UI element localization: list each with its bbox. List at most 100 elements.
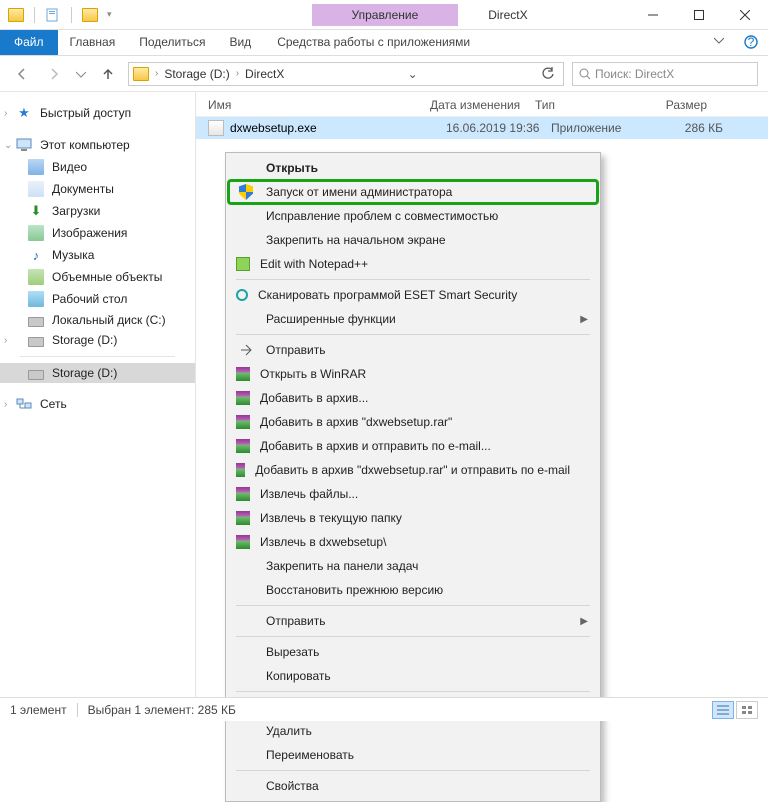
up-button[interactable] — [96, 62, 120, 86]
ctx-send-to[interactable]: Отправить▶ — [228, 609, 598, 633]
blank-icon — [236, 721, 256, 741]
col-size[interactable]: Размер — [637, 98, 707, 112]
blank-icon — [236, 666, 256, 686]
sidebar-item-music[interactable]: ♪Музыка — [0, 244, 195, 266]
documents-icon — [28, 181, 44, 197]
exe-icon — [208, 120, 224, 136]
sidebar-label: Быстрый доступ — [40, 106, 131, 120]
window-title: DirectX — [488, 8, 527, 22]
sidebar-item-3d[interactable]: Объемные объекты — [0, 266, 195, 288]
search-box[interactable]: Поиск: DirectX — [572, 62, 758, 86]
chevron-right-icon[interactable]: › — [153, 68, 160, 79]
blank-icon — [236, 309, 256, 329]
tab-view[interactable]: Вид — [217, 30, 263, 55]
ctx-compat[interactable]: Исправление проблем с совместимостью — [228, 204, 598, 228]
address-bar[interactable]: › Storage (D:) › DirectX ⌄ — [128, 62, 564, 86]
sidebar-label: Изображения — [52, 226, 127, 240]
back-button[interactable] — [10, 62, 34, 86]
blank-icon — [236, 230, 256, 250]
recent-dropdown-icon[interactable] — [74, 62, 88, 86]
ctx-separator — [236, 279, 590, 280]
ctx-rename[interactable]: Переименовать — [228, 743, 598, 767]
ctx-winrar-email-named[interactable]: Добавить в архив "dxwebsetup.rar" и отпр… — [228, 458, 598, 482]
view-large-button[interactable] — [736, 701, 758, 719]
sidebar-label: Сеть — [40, 397, 67, 411]
col-type[interactable]: Тип — [535, 98, 637, 112]
ctx-pin-start[interactable]: Закрепить на начальном экране — [228, 228, 598, 252]
ctx-winrar-add-named[interactable]: Добавить в архив "dxwebsetup.rar" — [228, 410, 598, 434]
ctx-eset-more[interactable]: Расширенные функции▶ — [228, 307, 598, 331]
contextual-tab-header: Управление — [312, 4, 459, 26]
ctx-cut[interactable]: Вырезать — [228, 640, 598, 664]
chevron-right-icon[interactable]: › — [4, 399, 7, 410]
sidebar-item-documents[interactable]: Документы — [0, 178, 195, 200]
sidebar-label: Storage (D:) — [52, 366, 117, 380]
view-details-button[interactable] — [712, 701, 734, 719]
blank-icon — [236, 158, 256, 178]
forward-button[interactable] — [42, 62, 66, 86]
sidebar-label: Storage (D:) — [52, 333, 117, 347]
sidebar-item-video[interactable]: Видео — [0, 156, 195, 178]
ctx-winrar-open[interactable]: Открыть в WinRAR — [228, 362, 598, 386]
ribbon-expand-icon[interactable] — [704, 30, 734, 55]
quick-access-toolbar: ▾ — [0, 7, 112, 23]
addr-dropdown-icon[interactable]: ⌄ — [404, 67, 422, 81]
ctx-copy[interactable]: Копировать — [228, 664, 598, 688]
tab-share[interactable]: Поделиться — [127, 30, 217, 55]
qat-properties-icon[interactable] — [45, 7, 61, 23]
ctx-properties[interactable]: Свойства — [228, 774, 598, 798]
sidebar-quick-access[interactable]: › ★ Быстрый доступ — [0, 102, 195, 124]
sidebar-item-downloads[interactable]: ⬇Загрузки — [0, 200, 195, 222]
chevron-down-icon[interactable]: ⌄ — [4, 140, 12, 151]
ctx-share[interactable]: Отправить — [228, 338, 598, 362]
col-date[interactable]: Дата изменения — [430, 98, 535, 112]
sidebar-network[interactable]: › Сеть — [0, 393, 195, 415]
tab-app-tools[interactable]: Средства работы с приложениями — [263, 30, 484, 55]
sidebar-item-desktop[interactable]: Рабочий стол — [0, 288, 195, 310]
pc-icon — [16, 137, 32, 153]
ctx-pin-taskbar[interactable]: Закрепить на панели задач — [228, 554, 598, 578]
ctx-run-as-admin[interactable]: Запуск от имени администратора — [228, 180, 598, 204]
ctx-delete[interactable]: Удалить — [228, 719, 598, 743]
chevron-right-icon[interactable]: › — [4, 335, 7, 346]
sidebar-separator — [20, 356, 175, 357]
drive-icon — [28, 337, 44, 347]
minimize-button[interactable] — [630, 0, 676, 30]
ctx-restore[interactable]: Восстановить прежнюю версию — [228, 578, 598, 602]
maximize-button[interactable] — [676, 0, 722, 30]
sidebar-item-storage-selected[interactable]: Storage (D:) — [0, 363, 195, 383]
ctx-winrar-extract-named[interactable]: Извлечь в dxwebsetup\ — [228, 530, 598, 554]
chevron-right-icon[interactable]: › — [234, 68, 241, 79]
qat-newfolder-icon[interactable] — [82, 8, 98, 22]
column-headers[interactable]: Имя Дата изменения Тип Размер — [196, 92, 768, 117]
close-button[interactable] — [722, 0, 768, 30]
ctx-notepadpp[interactable]: Edit with Notepad++ — [228, 252, 598, 276]
sidebar-this-pc[interactable]: ⌄ Этот компьютер — [0, 134, 195, 156]
help-button[interactable]: ? — [734, 30, 768, 55]
sidebar-item-drive-d[interactable]: › Storage (D:) — [0, 330, 195, 350]
chevron-right-icon[interactable]: › — [4, 108, 7, 119]
submenu-arrow-icon: ▶ — [580, 314, 588, 325]
qat-dropdown-icon[interactable]: ▾ — [104, 9, 112, 20]
status-bar: 1 элемент Выбран 1 элемент: 285 КБ — [0, 697, 768, 721]
breadcrumb-storage[interactable]: Storage (D:) — [160, 67, 233, 81]
refresh-button[interactable] — [537, 67, 559, 81]
ctx-winrar-extract[interactable]: Извлечь файлы... — [228, 482, 598, 506]
ctx-winrar-extract-here[interactable]: Извлечь в текущую папку — [228, 506, 598, 530]
ctx-winrar-add[interactable]: Добавить в архив... — [228, 386, 598, 410]
sidebar-item-pictures[interactable]: Изображения — [0, 222, 195, 244]
file-row-selected[interactable]: dxwebsetup.exe 16.06.2019 19:36 Приложен… — [196, 117, 768, 139]
blank-icon — [236, 745, 256, 765]
qat-separator — [71, 7, 72, 23]
ctx-open[interactable]: Открыть — [228, 156, 598, 180]
sidebar-item-drive-c[interactable]: Локальный диск (C:) — [0, 310, 195, 330]
share-icon — [236, 340, 256, 360]
addr-folder-icon — [133, 67, 149, 81]
ctx-winrar-email[interactable]: Добавить в архив и отправить по e-mail..… — [228, 434, 598, 458]
ctx-eset-scan[interactable]: Сканировать программой ESET Smart Securi… — [228, 283, 598, 307]
file-tab[interactable]: Файл — [0, 30, 58, 55]
col-name[interactable]: Имя — [208, 98, 430, 112]
tab-home[interactable]: Главная — [58, 30, 128, 55]
winrar-icon — [236, 367, 250, 381]
breadcrumb-directx[interactable]: DirectX — [241, 67, 288, 81]
